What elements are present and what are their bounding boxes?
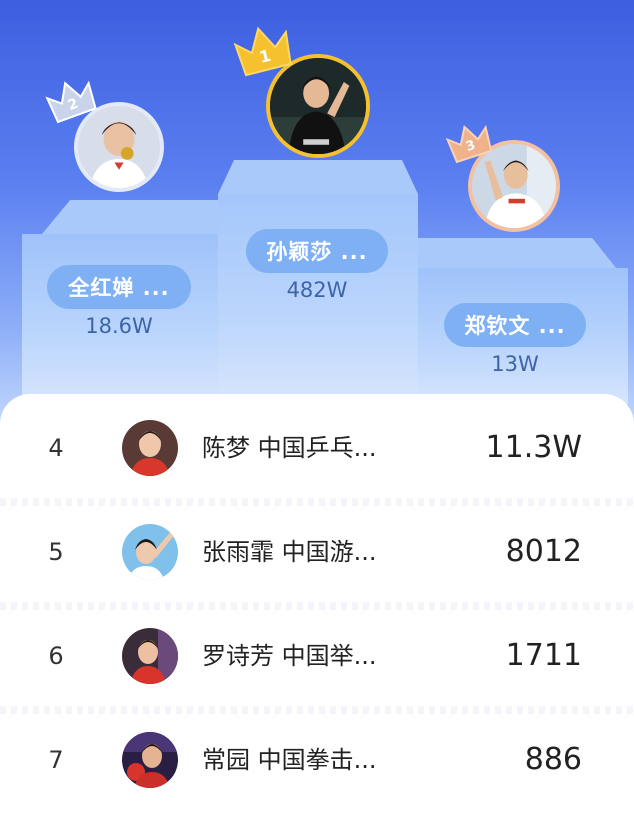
list-rank: 5 (48, 538, 64, 566)
podium-score-rank-2: 18.6W (85, 314, 153, 338)
avatar[interactable] (122, 732, 178, 788)
podium-first-top (218, 160, 418, 194)
podium-score-rank-3: 13W (491, 352, 539, 376)
list-item[interactable]: 7 常园 中国拳击... 886 (0, 708, 634, 812)
list-item[interactable]: 5 张雨霏 中国游... 8012 (0, 500, 634, 604)
podium-third-top (418, 238, 616, 268)
list-item[interactable]: 6 罗诗芳 中国举... 1711 (0, 604, 634, 708)
avatar[interactable] (122, 524, 178, 580)
athlete-photo-icon (122, 628, 178, 684)
list-score: 886 (524, 742, 582, 777)
list-name: 张雨霏 中国游... (202, 538, 377, 566)
list-score: 1711 (505, 638, 582, 673)
podium-name-rank-2[interactable]: 全红婵 ... (47, 265, 191, 309)
podium-score-rank-1: 482W (286, 278, 348, 302)
podium-name-rank-1[interactable]: 孙颖莎 ... (246, 229, 388, 273)
avatar[interactable] (122, 628, 178, 684)
list-name: 罗诗芳 中国举... (202, 642, 377, 670)
podium-second-top (42, 200, 218, 234)
athlete-photo-icon (122, 420, 178, 476)
podium-name-rank-3[interactable]: 郑钦文 ... (444, 303, 586, 347)
list-score: 8012 (505, 534, 582, 569)
athlete-photo-icon (122, 732, 178, 788)
list-item[interactable]: 4 陈梦 中国乒乓... 11.3W (0, 396, 634, 500)
list-rank: 6 (48, 642, 64, 670)
athlete-photo-icon (122, 524, 178, 580)
list-rank: 4 (48, 434, 64, 462)
list-name: 常园 中国拳击... (202, 746, 377, 774)
list-rank: 7 (48, 746, 64, 774)
ranking-list: 4 陈梦 中国乒乓... 11.3W 5 张雨霏 中国游... 8012 6 罗… (0, 394, 634, 834)
list-name: 陈梦 中国乒乓... (202, 434, 377, 462)
avatar[interactable] (122, 420, 178, 476)
list-score: 11.3W (485, 430, 582, 465)
